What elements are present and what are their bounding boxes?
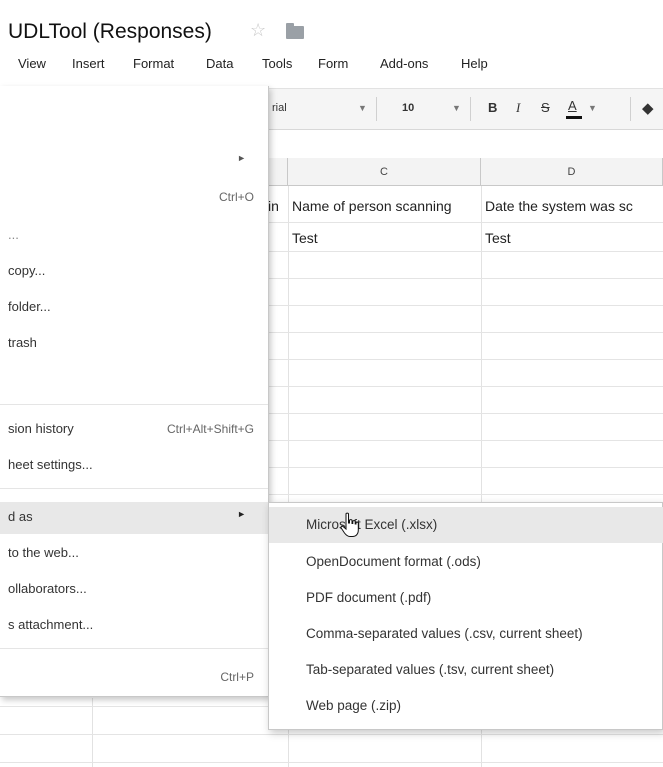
submenu-item-label: PDF document (.pdf)	[306, 590, 432, 605]
fill-color-icon[interactable]: ◆	[642, 99, 654, 117]
font-family-select[interactable]: rial	[272, 102, 287, 114]
menu-item-publish-to-web[interactable]: to the web...	[0, 538, 268, 568]
menu-item-shortcut: Ctrl+Alt+Shift+G	[166, 422, 254, 436]
menu-item-label: s attachment...	[8, 617, 94, 632]
row-divider	[0, 734, 663, 735]
submenu-item-label: Microsoft Excel (.xlsx)	[306, 517, 438, 532]
toolbar-separator	[376, 97, 377, 121]
hand-cursor-icon	[340, 512, 359, 537]
submenu-arrow-icon: ►	[237, 509, 246, 519]
menu-tools[interactable]: Tools	[262, 56, 292, 71]
menu-item-label: folder...	[8, 299, 51, 314]
menu-item-label: ollaborators...	[8, 581, 87, 596]
folder-icon[interactable]	[286, 23, 304, 39]
menu-item-label: to the web...	[8, 545, 79, 560]
column-header-d[interactable]: D	[481, 158, 663, 186]
submenu-item-ods[interactable]: OpenDocument format (.ods)	[269, 544, 663, 580]
menu-item-new[interactable]: ►	[0, 146, 268, 176]
menu-item-label: trash	[8, 335, 37, 350]
font-family-caret-icon[interactable]: ▼	[358, 103, 367, 113]
submenu-item-pdf[interactable]: PDF document (.pdf)	[269, 580, 663, 616]
submenu-item-label: OpenDocument format (.ods)	[306, 554, 481, 569]
menu-item-revision-history[interactable]: sion history Ctrl+Alt+Shift+G	[0, 414, 268, 444]
menu-format[interactable]: Format	[133, 56, 174, 71]
menu-item-label: d as	[8, 509, 33, 524]
cell-d1[interactable]: Date the system was sc	[485, 198, 663, 214]
menu-item-open[interactable]: Ctrl+O	[0, 182, 268, 212]
menu-item-print[interactable]: Ctrl+P	[0, 662, 268, 692]
menu-item-email-as-attachment[interactable]: s attachment...	[0, 610, 268, 640]
menu-item-shortcut: Ctrl+O	[218, 190, 254, 204]
row-divider	[0, 762, 663, 763]
download-as-submenu: Microsoft Excel (.xlsx) OpenDocument for…	[268, 502, 663, 730]
menu-insert[interactable]: Insert	[72, 56, 105, 71]
menu-separator	[0, 404, 268, 405]
submenu-item-label: Tab-separated values (.tsv, current shee…	[306, 662, 555, 677]
submenu-item-xlsx[interactable]: Microsoft Excel (.xlsx)	[269, 507, 663, 543]
document-title[interactable]: UDLTool (Responses)	[8, 20, 212, 44]
menu-separator	[0, 488, 268, 489]
column-header-c[interactable]: C	[288, 158, 481, 186]
submenu-item-zip[interactable]: Web page (.zip)	[269, 688, 663, 724]
menu-item-download-as[interactable]: d as ►	[0, 502, 268, 534]
submenu-arrow-icon: ►	[237, 153, 246, 163]
column-header[interactable]	[268, 158, 288, 186]
toolbar-separator	[470, 97, 471, 121]
menu-item-label: heet settings...	[8, 457, 93, 472]
menu-help[interactable]: Help	[461, 56, 488, 71]
menu-item-move-to-trash[interactable]: trash	[0, 328, 268, 358]
bold-button[interactable]: B	[488, 100, 497, 115]
italic-button[interactable]: I	[516, 100, 520, 116]
cell-b1[interactable]: in	[268, 198, 288, 214]
cell-d2[interactable]: Test	[485, 230, 663, 246]
cell-c1[interactable]: Name of person scanning	[292, 198, 480, 214]
text-color-caret-icon[interactable]: ▼	[588, 103, 597, 113]
submenu-item-label: Comma-separated values (.csv, current sh…	[306, 626, 583, 641]
menu-view[interactable]: View	[18, 56, 46, 71]
menu-item-rename[interactable]: ...	[0, 220, 268, 250]
file-menu: ► Ctrl+O ... copy... folder... trash sio…	[0, 86, 269, 697]
menu-item-label: copy...	[8, 263, 46, 278]
text-color-swatch	[566, 116, 582, 119]
menu-item-make-copy[interactable]: copy...	[0, 256, 268, 286]
menu-item-spreadsheet-settings[interactable]: heet settings...	[0, 450, 268, 480]
menu-separator	[0, 648, 268, 649]
submenu-item-csv[interactable]: Comma-separated values (.csv, current sh…	[269, 616, 663, 652]
column-divider	[92, 698, 93, 767]
menu-item-shortcut: Ctrl+P	[220, 670, 254, 684]
toolbar-separator	[630, 97, 631, 121]
menu-data[interactable]: Data	[206, 56, 233, 71]
cell-c2[interactable]: Test	[292, 230, 480, 246]
font-size-caret-icon[interactable]: ▼	[452, 103, 461, 113]
menu-item-label: ...	[8, 227, 19, 242]
text-color-button[interactable]: A	[568, 98, 577, 113]
submenu-item-label: Web page (.zip)	[306, 698, 402, 713]
menu-addons[interactable]: Add-ons	[380, 56, 428, 71]
font-size-select[interactable]: 10	[402, 102, 414, 114]
menu-item-label: sion history	[8, 421, 74, 436]
menu-item-email-collaborators[interactable]: ollaborators...	[0, 574, 268, 604]
menu-form[interactable]: Form	[318, 56, 348, 71]
strikethrough-button[interactable]: S	[541, 100, 550, 115]
submenu-item-tsv[interactable]: Tab-separated values (.tsv, current shee…	[269, 652, 663, 688]
star-icon[interactable]: ☆	[250, 20, 266, 41]
menu-item-move-to-folder[interactable]: folder...	[0, 292, 268, 322]
